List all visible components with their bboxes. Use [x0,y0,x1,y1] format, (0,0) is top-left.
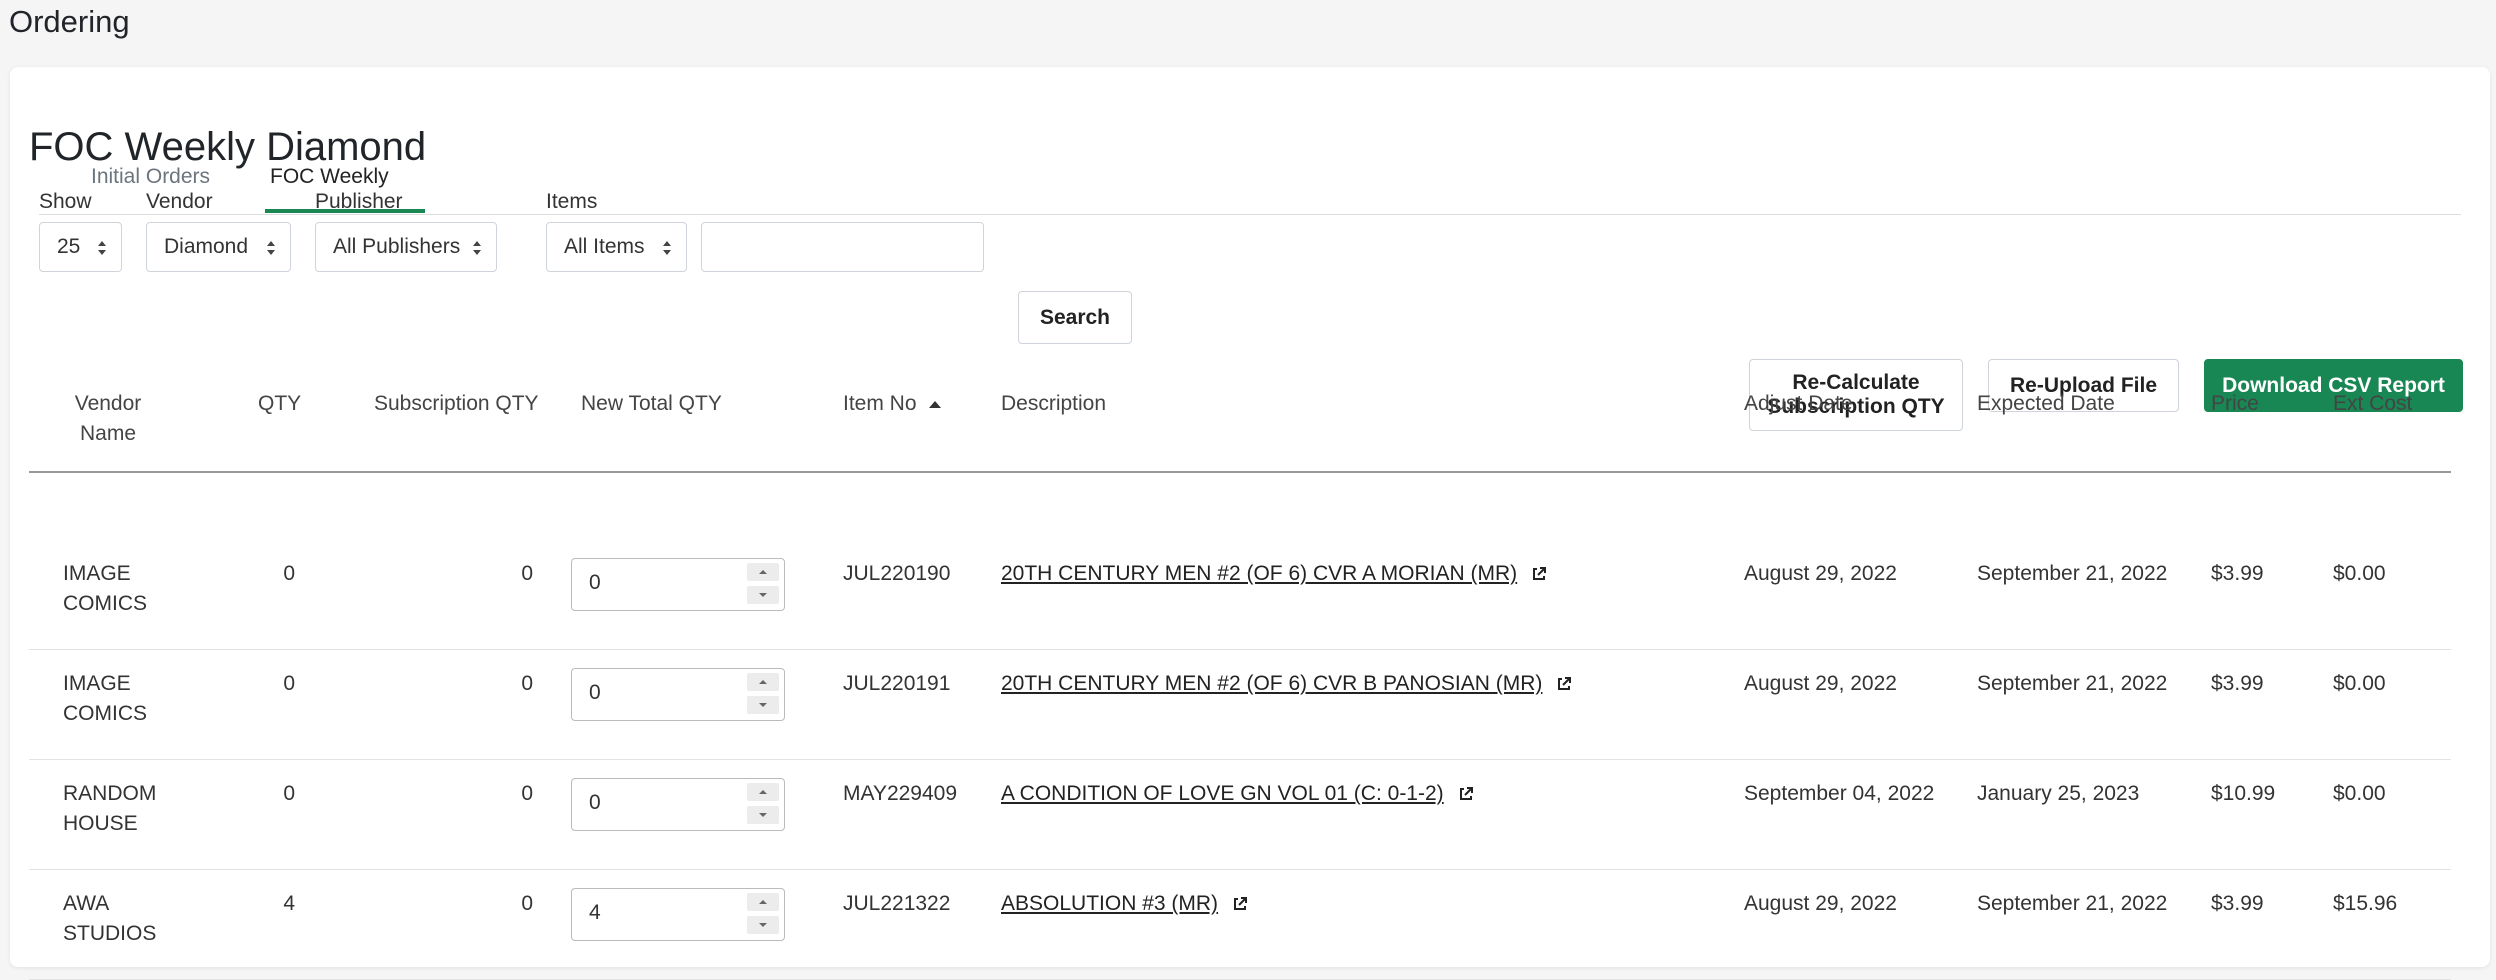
header-item-no[interactable]: Item No [843,389,942,419]
header-price[interactable]: Price [2211,389,2259,419]
item-no-cell: JUL221322 [843,892,951,915]
qty-cell: 0 [283,672,295,695]
table-row: IMAGE COMICS 0 0 0 JUL220190 20TH CENTUR… [29,539,2451,650]
header-subscription-qty[interactable]: Subscription QTY [374,389,539,419]
price-cell: $3.99 [2211,892,2264,915]
new-total-qty-input[interactable]: 0 [571,558,785,611]
decrement-icon[interactable] [747,916,779,934]
show-label: Show [39,190,92,213]
decrement-icon[interactable] [747,696,779,714]
header-qty[interactable]: QTY [258,389,301,419]
new-total-qty-value: 0 [589,791,601,814]
new-total-qty-input[interactable]: 0 [571,778,785,831]
vendor-cell: AWA STUDIOS [63,892,157,945]
description-cell: 20TH CENTURY MEN #2 (OF 6) CVR B PANOSIA… [1001,669,1572,699]
increment-icon[interactable] [747,673,779,691]
new-total-qty-value: 4 [589,901,601,924]
table-row: IMAGE COMICS 0 0 0 JUL220191 20TH CENTUR… [29,649,2451,760]
table-header-divider [29,471,2451,473]
header-ext-cost[interactable]: Ext Cost [2333,389,2412,419]
search-button[interactable]: Search [1018,291,1132,344]
items-select-value: All Items [564,235,645,258]
new-total-qty-input[interactable]: 4 [571,888,785,941]
ext-cost-cell: $15.96 [2333,892,2398,915]
header-expected-date[interactable]: Expected Date [1977,389,2115,419]
sort-ascending-icon [929,401,942,409]
publisher-select[interactable]: All Publishers [315,222,497,272]
description-link[interactable]: A CONDITION OF LOVE GN VOL 01 (C: 0-1-2) [1001,782,1444,805]
table-row: RANDOM HOUSE 0 0 0 MAY229409 A CONDITION… [29,759,2451,870]
qty-cell: 0 [283,562,295,585]
price-cell: $3.99 [2211,672,2264,695]
vendor-cell: IMAGE COMICS [63,562,147,615]
expected-date-cell: September 21, 2022 [1977,892,2168,915]
vendor-cell: RANDOM HOUSE [63,782,157,835]
publisher-select-value: All Publishers [333,235,461,258]
subscription-qty-cell: 0 [521,782,533,805]
expected-date-cell: September 21, 2022 [1977,672,2168,695]
increment-icon[interactable] [747,563,779,581]
ext-cost-cell: $0.00 [2333,672,2386,695]
vendor-cell: IMAGE COMICS [63,672,147,725]
page-title: Ordering [9,4,130,39]
publisher-label: Publisher [315,190,403,213]
increment-icon[interactable] [747,783,779,801]
decrement-icon[interactable] [747,806,779,824]
price-cell: $10.99 [2211,782,2276,805]
external-link-icon[interactable] [1556,676,1572,692]
description-link[interactable]: ABSOLUTION #3 (MR) [1001,892,1218,915]
new-total-qty-value: 0 [589,681,601,704]
expected-date-cell: September 21, 2022 [1977,562,2168,585]
table-row: AWA STUDIOS 4 0 4 JUL221322 ABSOLUTION #… [29,869,2451,980]
section-title: FOC Weekly Diamond [29,125,427,169]
external-link-icon[interactable] [1232,896,1248,912]
subscription-qty-cell: 0 [521,562,533,585]
adjust-date-cell: September 04, 2022 [1744,782,1935,805]
external-link-icon[interactable] [1458,786,1474,802]
price-cell: $3.99 [2211,562,2264,585]
vendor-select-value: Diamond [164,235,249,258]
description-cell: A CONDITION OF LOVE GN VOL 01 (C: 0-1-2) [1001,779,1474,809]
header-adjust-date[interactable]: Adjust Date [1744,389,1853,419]
sort-caret-icon [663,241,671,255]
item-no-cell: MAY229409 [843,782,958,805]
item-no-cell: JUL220191 [843,672,951,695]
show-select-value: 25 [57,235,81,258]
header-vendor-name[interactable]: Vendor Name [73,389,143,449]
new-total-qty-input[interactable]: 0 [571,668,785,721]
sort-caret-icon [267,241,275,255]
search-input[interactable] [701,222,984,272]
description-cell: 20TH CENTURY MEN #2 (OF 6) CVR A MORIAN … [1001,559,1547,589]
qty-cell: 0 [283,782,295,805]
header-new-total-qty[interactable]: New Total QTY [581,389,722,419]
sort-caret-icon [473,241,481,255]
adjust-date-cell: August 29, 2022 [1744,562,1897,585]
vendor-label: Vendor [146,190,213,213]
item-no-cell: JUL220190 [843,562,951,585]
ext-cost-cell: $0.00 [2333,562,2386,585]
subscription-qty-cell: 0 [521,672,533,695]
sort-caret-icon [98,241,106,255]
items-select[interactable]: All Items [546,222,687,272]
external-link-icon[interactable] [1531,566,1547,582]
new-total-qty-value: 0 [589,571,601,594]
increment-icon[interactable] [747,893,779,911]
qty-cell: 4 [283,892,295,915]
adjust-date-cell: August 29, 2022 [1744,892,1897,915]
header-description[interactable]: Description [1001,389,1106,419]
vendor-select[interactable]: Diamond [146,222,291,272]
adjust-date-cell: August 29, 2022 [1744,672,1897,695]
decrement-icon[interactable] [747,586,779,604]
description-link[interactable]: 20TH CENTURY MEN #2 (OF 6) CVR B PANOSIA… [1001,672,1542,695]
items-label: Items [546,190,598,213]
header-item-no-label: Item No [843,392,917,415]
expected-date-cell: January 25, 2023 [1977,782,2140,805]
description-link[interactable]: 20TH CENTURY MEN #2 (OF 6) CVR A MORIAN … [1001,562,1517,585]
description-cell: ABSOLUTION #3 (MR) [1001,889,1248,919]
subscription-qty-cell: 0 [521,892,533,915]
show-select[interactable]: 25 [39,222,122,272]
ext-cost-cell: $0.00 [2333,782,2386,805]
